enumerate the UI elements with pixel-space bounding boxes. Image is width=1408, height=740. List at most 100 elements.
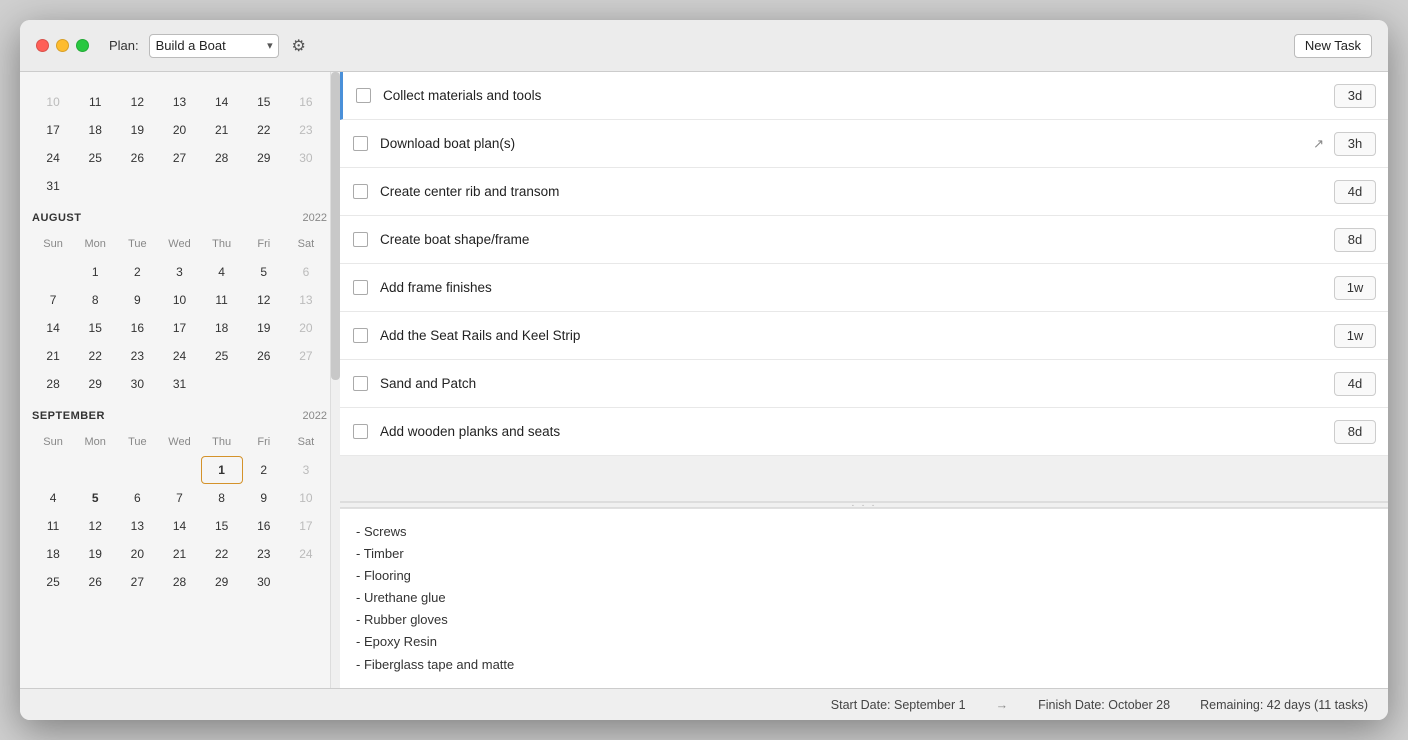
cal-cell[interactable]: 14 — [158, 512, 200, 540]
gear-icon[interactable]: ⚙ — [289, 36, 309, 56]
task-duration[interactable]: 3h — [1334, 132, 1376, 156]
cal-cell[interactable]: 3 — [158, 258, 200, 286]
cal-cell[interactable]: 26 — [243, 342, 285, 370]
pre-aug-grid: 10 11 12 13 14 15 16 17 18 19 20 21 22 2… — [32, 88, 327, 200]
cal-cell[interactable]: 17 — [158, 314, 200, 342]
cal-cell[interactable]: 18 — [32, 540, 74, 568]
cal-cell[interactable]: 29 — [201, 568, 243, 596]
cal-cell[interactable]: 6 — [285, 258, 327, 286]
cal-cell[interactable]: 3 — [285, 456, 327, 484]
task-checkbox-1[interactable] — [353, 136, 368, 151]
cal-cell[interactable]: 17 — [285, 512, 327, 540]
cal-cell[interactable]: 19 — [243, 314, 285, 342]
cal-cell: 23 — [285, 116, 327, 144]
cal-cell[interactable]: 12 — [243, 286, 285, 314]
main-window: Plan: Build a Boat ⚙ New Task 10 11 12 1… — [20, 20, 1388, 720]
cal-cell[interactable]: 21 — [32, 342, 74, 370]
day-header-mon: Mon — [74, 428, 116, 456]
cal-cell[interactable]: 24 — [158, 342, 200, 370]
cal-cell[interactable]: 24 — [285, 540, 327, 568]
cal-cell[interactable]: 13 — [285, 286, 327, 314]
cal-cell[interactable]: 7 — [32, 286, 74, 314]
new-task-button[interactable]: New Task — [1294, 34, 1372, 58]
task-checkbox-0[interactable] — [356, 88, 371, 103]
cal-cell[interactable]: 13 — [116, 512, 158, 540]
cal-cell[interactable]: 5 — [74, 484, 116, 512]
cal-cell[interactable]: 23 — [116, 342, 158, 370]
cal-cell[interactable]: 30 — [243, 568, 285, 596]
cal-cell[interactable]: 27 — [285, 342, 327, 370]
task-checkbox-6[interactable] — [353, 376, 368, 391]
cal-cell[interactable]: 16 — [116, 314, 158, 342]
cal-cell[interactable]: 20 — [285, 314, 327, 342]
cal-today[interactable]: 1 — [201, 456, 243, 484]
plan-dropdown[interactable]: Build a Boat — [149, 34, 279, 58]
task-checkbox-2[interactable] — [353, 184, 368, 199]
cal-cell[interactable]: 12 — [74, 512, 116, 540]
cal-cell[interactable]: 15 — [74, 314, 116, 342]
minimize-button[interactable] — [56, 39, 69, 52]
day-header-tue: Tue — [116, 428, 158, 456]
cal-cell[interactable]: 14 — [32, 314, 74, 342]
cal-cell[interactable]: 8 — [74, 286, 116, 314]
cal-cell[interactable]: 28 — [158, 568, 200, 596]
task-checkbox-4[interactable] — [353, 280, 368, 295]
cal-cell[interactable]: 28 — [32, 370, 74, 398]
external-link-icon[interactable]: ↗ — [1313, 136, 1324, 152]
task-duration[interactable]: 1w — [1334, 276, 1376, 300]
task-checkbox-area — [340, 376, 380, 391]
cal-cell[interactable]: 2 — [116, 258, 158, 286]
cal-cell[interactable]: 5 — [243, 258, 285, 286]
task-checkbox-5[interactable] — [353, 328, 368, 343]
cal-cell[interactable]: 30 — [116, 370, 158, 398]
cal-cell[interactable]: 22 — [201, 540, 243, 568]
cal-cell[interactable]: 18 — [201, 314, 243, 342]
cal-cell[interactable]: 2 — [243, 456, 285, 484]
cal-cell[interactable]: 8 — [201, 484, 243, 512]
traffic-lights — [36, 39, 89, 52]
cal-cell[interactable]: 16 — [243, 512, 285, 540]
task-checkbox-3[interactable] — [353, 232, 368, 247]
cal-cell[interactable]: 15 — [201, 512, 243, 540]
task-row: Create boat shape/frame8d — [340, 216, 1388, 264]
cal-cell[interactable]: 20 — [116, 540, 158, 568]
calendar-scrollbar-thumb[interactable] — [331, 72, 340, 380]
task-duration[interactable]: 1w — [1334, 324, 1376, 348]
day-header-sun: Sun — [32, 230, 74, 258]
task-duration[interactable]: 8d — [1334, 420, 1376, 444]
cal-cell[interactable]: 27 — [116, 568, 158, 596]
task-duration[interactable]: 4d — [1334, 372, 1376, 396]
cal-cell[interactable]: 10 — [285, 484, 327, 512]
task-duration[interactable]: 4d — [1334, 180, 1376, 204]
cal-cell[interactable]: 26 — [74, 568, 116, 596]
close-button[interactable] — [36, 39, 49, 52]
start-date: Start Date: September 1 — [831, 698, 966, 712]
cal-cell[interactable]: 29 — [74, 370, 116, 398]
cal-cell[interactable]: 11 — [201, 286, 243, 314]
task-checkbox-7[interactable] — [353, 424, 368, 439]
cal-cell[interactable]: 19 — [74, 540, 116, 568]
cal-cell[interactable]: 11 — [32, 512, 74, 540]
cal-cell[interactable]: 25 — [201, 342, 243, 370]
cal-cell[interactable]: 4 — [32, 484, 74, 512]
cal-cell[interactable]: 6 — [116, 484, 158, 512]
cal-cell — [243, 370, 285, 398]
cal-cell[interactable]: 22 — [74, 342, 116, 370]
cal-cell: 26 — [116, 144, 158, 172]
cal-cell: 16 — [285, 88, 327, 116]
maximize-button[interactable] — [76, 39, 89, 52]
cal-cell[interactable]: 21 — [158, 540, 200, 568]
cal-cell[interactable]: 10 — [158, 286, 200, 314]
cal-cell[interactable]: 9 — [243, 484, 285, 512]
cal-cell[interactable]: 1 — [74, 258, 116, 286]
task-duration[interactable]: 3d — [1334, 84, 1376, 108]
cal-cell[interactable]: 31 — [158, 370, 200, 398]
cal-cell[interactable]: 25 — [32, 568, 74, 596]
cal-cell[interactable]: 9 — [116, 286, 158, 314]
task-duration[interactable]: 8d — [1334, 228, 1376, 252]
cal-cell[interactable]: 7 — [158, 484, 200, 512]
note-line: - Fiberglass tape and matte — [356, 654, 1372, 676]
task-label: Collect materials and tools — [383, 88, 1334, 103]
cal-cell[interactable]: 4 — [201, 258, 243, 286]
cal-cell[interactable]: 23 — [243, 540, 285, 568]
